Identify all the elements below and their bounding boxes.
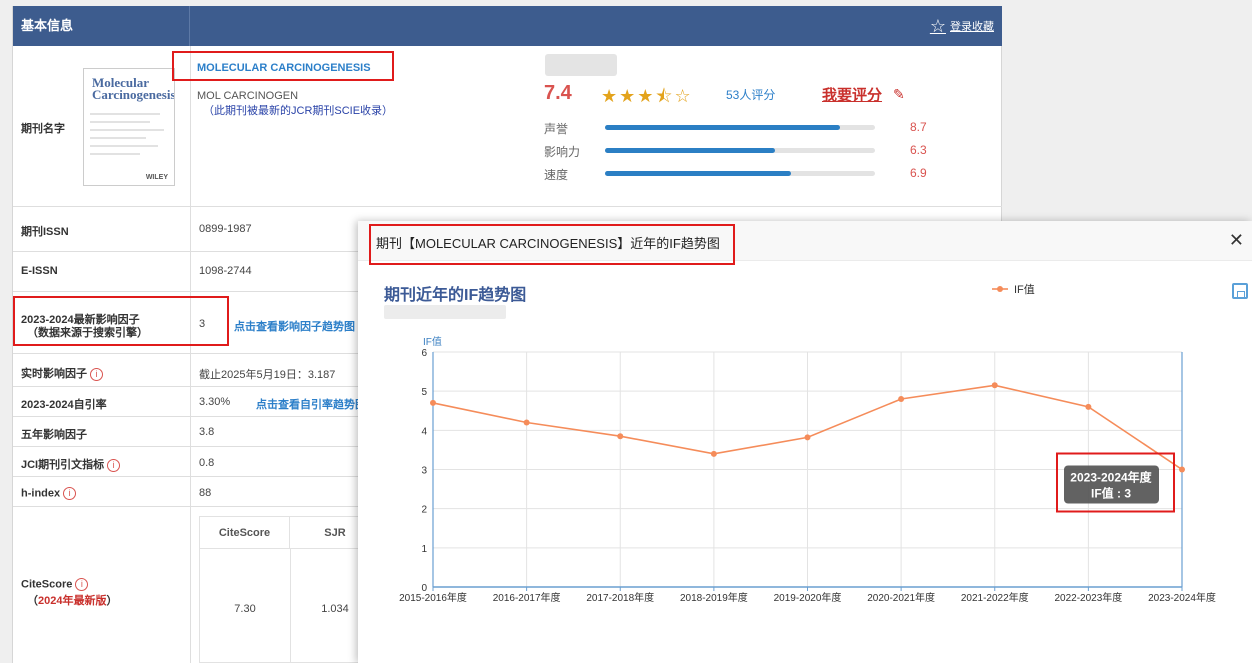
info-header: 基本信息 ☆ 登录收藏: [13, 6, 1002, 46]
star-filled-icon: ★★★: [601, 86, 656, 106]
data-point: [523, 419, 530, 426]
metric-label-impact: 影响力: [544, 145, 581, 159]
rate-journal-button[interactable]: 我要评分: [822, 84, 882, 105]
if-trend-chart: 01234562015-2016年度 2016-2017年度 2017-2018年度…: [399, 283, 1216, 604]
star-half-icon: ⯪: [655, 86, 675, 106]
y-tick-label: 3: [421, 466, 427, 477]
data-point: [1085, 403, 1092, 410]
if-trend-modal: 期刊【MOLECULAR CARCINOGENESIS】近年的IF趋势图 ✕ 期…: [358, 221, 1252, 663]
cover-title: Molecular Carcinogenesis: [92, 75, 175, 102]
tooltip-value: IF值 : 3: [1091, 486, 1131, 501]
metric-value-speed: 6.9: [910, 166, 927, 180]
data-point: [617, 433, 624, 440]
legend-label: IF值: [1014, 283, 1035, 296]
metric-value-impact: 6.3: [910, 143, 927, 157]
metric-value-reputation: 8.7: [910, 120, 927, 134]
y-tick-label: 1: [421, 544, 427, 555]
star-outline-icon: ☆: [929, 16, 946, 36]
x-tick-label: 2016-2017年度: [493, 591, 561, 604]
x-tick-label: 2021-2022年度: [961, 591, 1029, 604]
journal-name-label: 期刊名字: [21, 123, 65, 135]
h-index-label: h-index i: [21, 487, 77, 500]
data-point: [430, 399, 436, 406]
x-tick-label: 2019-2020年度: [774, 591, 842, 604]
rating-stars: ★★★⯪☆: [601, 84, 693, 114]
realtime-if-value: 截止2025年5月19日：3.187: [199, 369, 336, 381]
data-point: [898, 396, 905, 402]
eissn-value: 1098-2744: [199, 265, 252, 277]
favorite-label: 登录收藏: [950, 21, 994, 33]
five-year-if-value: 3.8: [199, 426, 215, 438]
impact-factor-trend-link[interactable]: 点击查看影响因子趋势图: [234, 318, 355, 334]
y-tick-label: 2: [421, 505, 427, 516]
self-citation-value: 3.30%: [199, 396, 231, 408]
legend-marker: [997, 286, 1003, 292]
star-empty-icon: ☆: [674, 86, 693, 106]
overall-score: 7.4: [544, 82, 572, 104]
info-icon[interactable]: i: [63, 487, 77, 500]
table-header-citescore: CiteScore: [200, 517, 290, 549]
realtime-if-label: 实时影响因子 i: [21, 365, 103, 381]
journal-abbreviation: MOL CARCINOGEN: [197, 90, 299, 102]
x-tick-label: 2017-2018年度: [586, 591, 654, 604]
journal-index-note: （此期刊被最新的JCR期刊SCIE收录）: [203, 105, 394, 117]
blurred-region: [545, 54, 617, 76]
info-icon[interactable]: i: [107, 458, 121, 472]
self-citation-label: 2023-2024自引率: [21, 399, 107, 411]
x-tick-label: 2022-2023年度: [1054, 591, 1122, 604]
citescore-table: CiteScore SJR 7.30 1.034: [199, 516, 380, 663]
cover-publisher: WILEY: [145, 174, 168, 181]
metric-label-reputation: 声誉: [544, 122, 569, 136]
journal-cover-image: Molecular Carcinogenesis WILEY: [83, 68, 175, 186]
y-tick-label: 4: [421, 426, 427, 437]
eissn-label: E-ISSN: [21, 265, 58, 277]
issn-value: 0899-1987: [199, 223, 252, 235]
y-tick-label: 5: [421, 387, 427, 398]
x-tick-label: 2015-2016年度: [399, 591, 467, 604]
pencil-icon[interactable]: ✎: [893, 86, 905, 103]
x-tick-label: 2020-2021年度: [867, 591, 935, 604]
highlight-box-impact-factor: [13, 296, 229, 346]
highlight-box-journal-name: [172, 51, 394, 81]
metric-bar-reputation: [605, 125, 875, 130]
data-point: [710, 450, 717, 457]
data-point: [804, 434, 811, 441]
metric-bar-speed: [605, 171, 875, 176]
table-cell-citescore: 7.30: [234, 603, 256, 615]
info-header-title: 基本信息: [13, 6, 190, 46]
rating-count-link[interactable]: 53人评分: [726, 86, 775, 103]
five-year-if-label: 五年影响因子: [21, 429, 87, 441]
favorite-button[interactable]: ☆ 登录收藏: [930, 17, 994, 35]
tooltip-category: 2023-2024年度: [1070, 470, 1152, 485]
y-axis-label: IF值: [423, 335, 442, 348]
jci-value: 0.8: [199, 457, 215, 469]
jci-label: JCI期刊引文指标 i: [21, 456, 121, 472]
citescore-label: CiteScore i: [21, 578, 89, 591]
metric-bar-impact: [605, 148, 875, 153]
info-icon[interactable]: i: [75, 578, 89, 591]
info-icon[interactable]: i: [90, 367, 103, 381]
x-tick-label: 2023-2024年度: [1148, 591, 1216, 604]
citescore-version-note: （2024年最新版）: [27, 595, 118, 607]
issn-label: 期刊ISSN: [21, 226, 69, 238]
self-citation-trend-link[interactable]: 点击查看自引率趋势图: [256, 396, 366, 412]
y-tick-label: 6: [421, 348, 427, 359]
metric-label-speed: 速度: [544, 168, 569, 182]
x-tick-label: 2018-2019年度: [680, 591, 748, 604]
data-point: [991, 382, 998, 389]
data-point: [1179, 466, 1185, 473]
h-index-value: 88: [199, 487, 212, 499]
